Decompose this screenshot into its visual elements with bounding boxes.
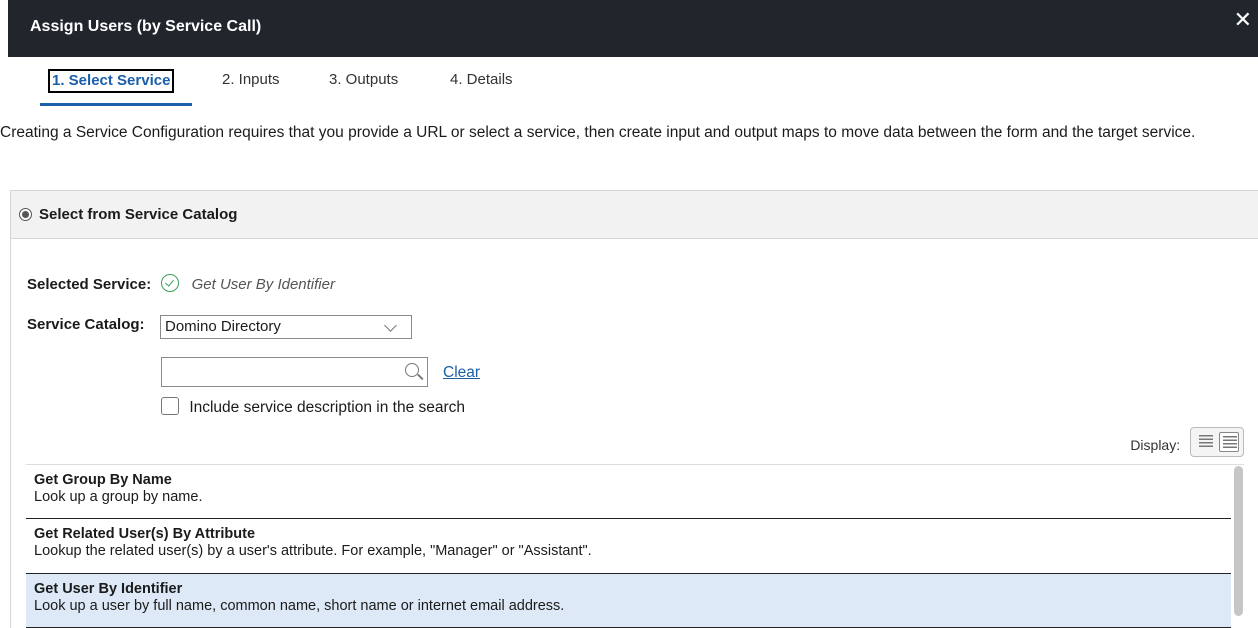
intro-text: Creating a Service Configuration require… <box>0 124 1196 141</box>
list-item[interactable]: Get Group By Name Look up a group by nam… <box>26 465 1231 519</box>
service-name: Get Related User(s) By Attribute <box>34 526 256 542</box>
close-icon[interactable]: ✕ <box>1234 9 1252 31</box>
display-label: Display: <box>1130 437 1181 453</box>
display-mode-row: Display: <box>1130 427 1244 460</box>
chevron-down-icon <box>384 319 397 332</box>
panel-header-label: Select from Service Catalog <box>39 206 238 223</box>
include-description-checkbox[interactable] <box>161 397 179 415</box>
selected-service-row: Selected Service: Get User By Identifier <box>27 271 335 293</box>
tab-select-service[interactable]: 1. Select Service <box>48 69 175 93</box>
wizard-tabs: 1. Select Service 2. Inputs 3. Outputs 4… <box>0 57 1258 106</box>
tab-outputs[interactable]: 3. Outputs <box>329 71 398 88</box>
list-item-selected[interactable]: Get User By Identifier Look up a user by… <box>26 574 1231 628</box>
check-circle-icon <box>161 274 180 292</box>
tab-inputs[interactable]: 2. Inputs <box>222 71 280 88</box>
service-list: Get Group By Name Look up a group by nam… <box>26 464 1244 628</box>
service-name: Get Group By Name <box>34 472 172 488</box>
list-scrollbar[interactable] <box>1234 466 1243 616</box>
list-view-icon[interactable] <box>1196 432 1216 452</box>
service-description: Look up a group by name. <box>34 489 203 505</box>
service-description: Look up a user by full name, common name… <box>34 598 565 614</box>
service-catalog-row: Service Catalog: Domino Directory <box>27 315 412 339</box>
service-search-input[interactable] <box>161 357 428 387</box>
selected-service-value: Get User By Identifier <box>191 276 335 293</box>
include-description-label: Include service description in the searc… <box>189 399 466 416</box>
dialog-titlebar: Assign Users (by Service Call) ✕ <box>8 0 1258 57</box>
panel-header: Select from Service Catalog <box>11 191 1258 239</box>
detail-view-icon[interactable] <box>1219 432 1239 452</box>
include-description-row: Include service description in the searc… <box>161 397 465 417</box>
service-catalog-select[interactable]: Domino Directory <box>160 315 412 339</box>
list-item[interactable]: Get Related User(s) By Attribute Lookup … <box>26 519 1231 574</box>
service-catalog-label: Service Catalog: <box>27 316 145 333</box>
selected-service-label: Selected Service: <box>27 276 152 293</box>
service-catalog-panel: Select from Service Catalog Selected Ser… <box>10 190 1258 628</box>
clear-link[interactable]: Clear <box>443 364 480 382</box>
assign-users-dialog: Assign Users (by Service Call) ✕ 1. Sele… <box>0 0 1258 628</box>
service-catalog-value: Domino Directory <box>165 318 281 335</box>
active-tab-indicator <box>40 103 192 106</box>
display-mode-toggle[interactable] <box>1190 427 1244 457</box>
service-name: Get User By Identifier <box>34 581 183 597</box>
dialog-title: Assign Users (by Service Call) <box>30 18 262 35</box>
service-description: Lookup the related user(s) by a user's a… <box>34 543 592 559</box>
search-icon[interactable] <box>405 363 419 377</box>
tab-details[interactable]: 4. Details <box>450 71 513 88</box>
radio-selected-icon[interactable] <box>19 208 32 221</box>
